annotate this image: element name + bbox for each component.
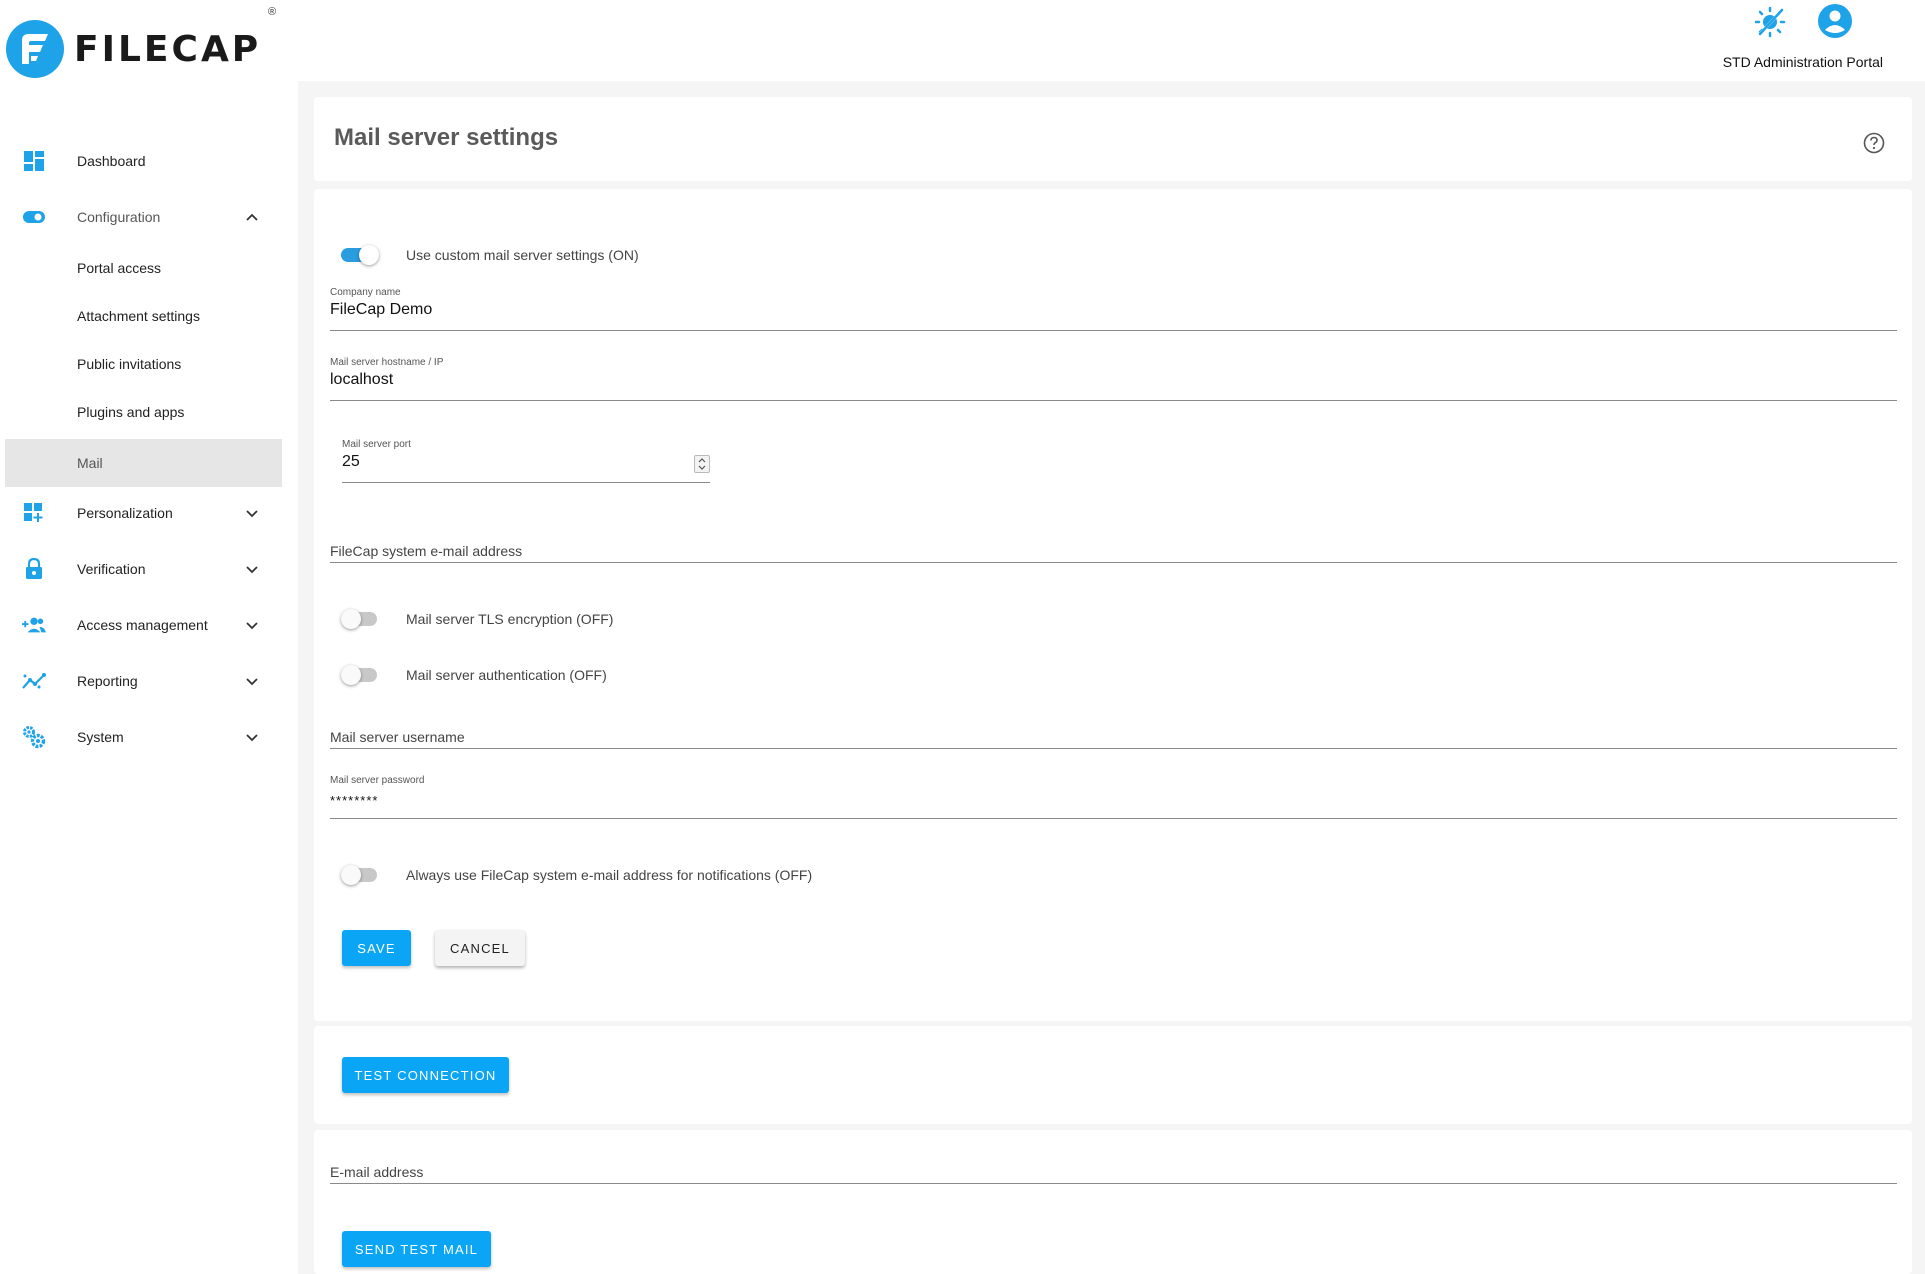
sidebar-item-label: Personalization — [77, 505, 173, 521]
app-header: FILECAP ® STD Administration Portal — [0, 0, 1925, 81]
lock-icon — [22, 557, 46, 581]
trending-icon — [22, 669, 46, 693]
account-circle-icon[interactable] — [1816, 2, 1854, 40]
hostname-value: localhost — [330, 371, 394, 388]
tls-toggle-label: Mail server TLS encryption (OFF) — [406, 611, 614, 627]
port-field[interactable]: Mail server port 25 — [342, 439, 710, 483]
system-email-placeholder: FileCap system e-mail address — [330, 543, 523, 559]
header-actions: STD Administration Portal — [1683, 0, 1883, 81]
save-button[interactable]: SAVE — [342, 930, 411, 966]
sidebar-item-reporting[interactable]: Reporting — [5, 657, 282, 705]
port-value: 25 — [342, 453, 360, 470]
sidebar-item-label: Attachment settings — [77, 308, 200, 324]
sidebar-item-personalization[interactable]: Personalization — [5, 489, 282, 537]
system-email-field[interactable]: FileCap system e-mail address — [330, 519, 1897, 563]
sidebar-item-dashboard[interactable]: Dashboard — [5, 137, 282, 185]
password-label: Mail server password — [330, 775, 425, 786]
sidebar: Dashboard Configuration Portal access At… — [0, 81, 298, 1274]
hostname-label: Mail server hostname / IP — [330, 357, 444, 368]
hostname-field[interactable]: Mail server hostname / IP localhost — [330, 357, 1897, 401]
auth-toggle[interactable] — [341, 665, 379, 685]
toggle-icon — [22, 205, 46, 229]
sidebar-subitem-portal-access[interactable]: Portal access — [5, 244, 282, 292]
send-test-mail-button[interactable]: SEND TEST MAIL — [342, 1231, 491, 1267]
sidebar-subitem-plugins-and-apps[interactable]: Plugins and apps — [5, 388, 282, 436]
sidebar-item-label: Verification — [77, 561, 146, 577]
sidebar-subitem-mail[interactable]: Mail — [5, 439, 282, 487]
sidebar-item-system[interactable]: System — [5, 713, 282, 761]
chevron-up-icon[interactable] — [243, 208, 261, 226]
mail-settings-form: Use custom mail server settings (ON) Com… — [314, 189, 1912, 1021]
tls-toggle[interactable] — [341, 609, 379, 629]
sidebar-item-label: Reporting — [77, 673, 138, 689]
sidebar-item-label: Mail — [77, 455, 103, 471]
auth-toggle-label: Mail server authentication (OFF) — [406, 667, 607, 683]
custom-settings-toggle-row: Use custom mail server settings (ON) — [341, 243, 639, 267]
company-name-field[interactable]: Company name FileCap Demo — [330, 287, 1897, 331]
chevron-down-icon[interactable] — [243, 672, 261, 690]
send-test-mail-card: E-mail address SEND TEST MAIL — [314, 1130, 1912, 1274]
sidebar-item-label: System — [77, 729, 124, 745]
sidebar-item-label: Configuration — [77, 209, 161, 225]
sidebar-item-label: Access management — [77, 617, 208, 633]
sidebar-item-label: Portal access — [77, 260, 162, 276]
test-connection-card: TEST CONNECTION — [314, 1026, 1912, 1124]
portal-label: STD Administration Portal — [1722, 54, 1883, 70]
sidebar-item-label: Plugins and apps — [77, 404, 185, 420]
tls-toggle-row: Mail server TLS encryption (OFF) — [341, 607, 613, 631]
auth-toggle-row: Mail server authentication (OFF) — [341, 663, 607, 687]
sidebar-item-label: Dashboard — [77, 153, 146, 169]
sidebar-item-access-management[interactable]: Access management — [5, 601, 282, 649]
cancel-button[interactable]: CANCEL — [435, 930, 525, 966]
always-system-toggle[interactable] — [341, 865, 379, 885]
sidebar-subitem-public-invitations[interactable]: Public invitations — [5, 340, 282, 388]
sidebar-item-verification[interactable]: Verification — [5, 545, 282, 593]
custom-settings-toggle[interactable] — [341, 245, 379, 265]
settings-gears-icon — [22, 725, 46, 749]
help-circle-icon[interactable] — [1862, 131, 1886, 155]
page-title-card: Mail server settings — [314, 97, 1912, 181]
page-title: Mail server settings — [334, 124, 559, 151]
test-email-field[interactable]: E-mail address — [330, 1140, 1897, 1184]
chevron-down-icon[interactable] — [243, 728, 261, 746]
port-label: Mail server port — [342, 439, 411, 450]
port-stepper[interactable] — [694, 455, 710, 473]
brand-name: FILECAP — [74, 28, 262, 70]
chevron-down-icon[interactable] — [243, 560, 261, 578]
chevron-down-icon[interactable] — [243, 504, 261, 522]
widgets-add-icon — [22, 501, 46, 525]
test-connection-button[interactable]: TEST CONNECTION — [342, 1057, 509, 1093]
company-name-value: FileCap Demo — [330, 301, 433, 318]
always-system-toggle-label: Always use FileCap system e-mail address… — [406, 867, 813, 883]
sidebar-subitem-attachment-settings[interactable]: Attachment settings — [5, 292, 282, 340]
sidebar-item-configuration[interactable]: Configuration — [5, 193, 282, 241]
username-placeholder: Mail server username — [330, 729, 465, 745]
dashboard-icon — [22, 149, 46, 173]
username-field[interactable]: Mail server username — [330, 705, 1897, 749]
registered-mark: ® — [268, 6, 277, 18]
password-value: ******** — [330, 793, 379, 808]
filecap-logo-icon — [6, 20, 64, 78]
people-add-icon — [22, 613, 46, 637]
custom-settings-toggle-label: Use custom mail server settings (ON) — [406, 247, 639, 263]
test-email-placeholder: E-mail address — [330, 1164, 424, 1180]
chevron-down-icon[interactable] — [243, 616, 261, 634]
company-name-label: Company name — [330, 287, 401, 298]
always-system-toggle-row: Always use FileCap system e-mail address… — [341, 863, 812, 887]
sidebar-item-label: Public invitations — [77, 356, 182, 372]
theme-toggle-icon[interactable] — [1751, 2, 1789, 40]
filecap-logo[interactable]: FILECAP — [6, 20, 261, 78]
password-field[interactable]: Mail server password ******** — [330, 775, 1897, 819]
